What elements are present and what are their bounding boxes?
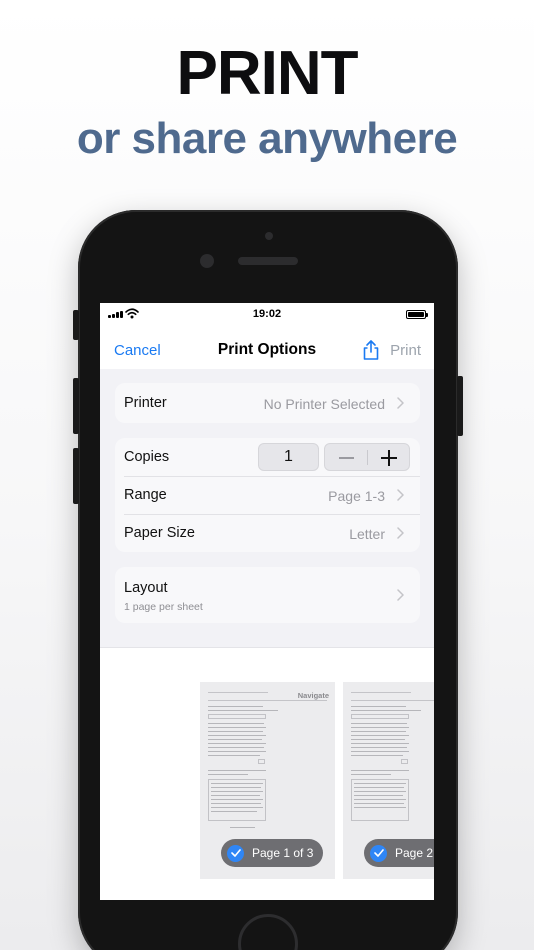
page-header-word: Navigate <box>297 691 329 700</box>
printer-group: Printer No Printer Selected <box>115 383 420 423</box>
checkmark-icon <box>227 844 244 862</box>
page-preview-2[interactable]: Page 2 of 3 <box>343 682 434 879</box>
status-bar: 19:02 <box>100 303 434 325</box>
range-value: Page 1-3 <box>328 488 385 504</box>
range-row[interactable]: Range Page 1-3 <box>115 476 420 514</box>
print-settings: Printer No Printer Selected Copies 1 Ran… <box>100 369 434 647</box>
page-preview-1[interactable]: Navigate Page 1 of 3 <box>200 682 335 879</box>
checkmark-icon <box>370 844 387 862</box>
page-title: Print Options <box>217 341 317 358</box>
copies-row: Copies 1 <box>115 438 420 476</box>
printer-row[interactable]: Printer No Printer Selected <box>115 384 420 422</box>
layout-row[interactable]: Layout 1 page per sheet <box>115 567 420 623</box>
headline: PRINT <box>176 39 359 108</box>
printer-value: No Printer Selected <box>263 396 385 412</box>
volume-up-button <box>73 378 79 434</box>
subheadline: or share anywhere <box>76 114 458 163</box>
front-camera <box>200 254 214 268</box>
printer-label: Printer <box>124 395 167 411</box>
paper-size-row[interactable]: Paper Size Letter <box>115 514 420 552</box>
copies-count[interactable]: 1 <box>258 443 319 471</box>
navigation-bar: Cancel Print Options Print <box>100 337 434 363</box>
volume-down-button <box>73 448 79 504</box>
options-group: Copies 1 Range Page 1-3 Paper Size Lette… <box>115 438 420 552</box>
chevron-right-icon <box>397 397 404 409</box>
paper-size-value: Letter <box>349 526 385 542</box>
chevron-right-icon <box>397 589 404 601</box>
mute-switch <box>73 310 79 340</box>
range-label: Range <box>124 487 167 503</box>
battery-icon <box>406 310 428 319</box>
page-selected-badge[interactable]: Page 1 of 3 <box>221 839 324 867</box>
power-button <box>457 376 463 436</box>
earpiece-speaker <box>238 257 298 265</box>
chevron-right-icon <box>397 527 404 539</box>
minus-icon[interactable] <box>339 457 354 459</box>
layout-group: Layout 1 page per sheet <box>115 567 420 623</box>
copies-stepper <box>324 443 410 471</box>
copies-label: Copies <box>124 449 170 465</box>
phone-screen: 19:02 Cancel Print Options Print Printer… <box>100 303 434 900</box>
page-preview-strip: Navigate Page 1 of 3 Page 2 <box>100 647 434 900</box>
page-selected-badge[interactable]: Page 2 of 3 <box>364 839 434 867</box>
layout-label: Layout <box>124 580 168 596</box>
page-label: Page 1 of 3 <box>252 846 314 860</box>
paper-size-label: Paper Size <box>124 525 195 541</box>
chevron-right-icon <box>397 489 404 501</box>
share-icon[interactable] <box>361 339 381 361</box>
print-button[interactable]: Print <box>390 342 421 359</box>
proximity-sensor <box>265 232 273 240</box>
page-label: Page 2 of 3 <box>395 846 434 860</box>
layout-subtitle: 1 page per sheet <box>124 601 203 613</box>
status-time: 19:02 <box>252 308 282 320</box>
home-button <box>238 914 298 950</box>
